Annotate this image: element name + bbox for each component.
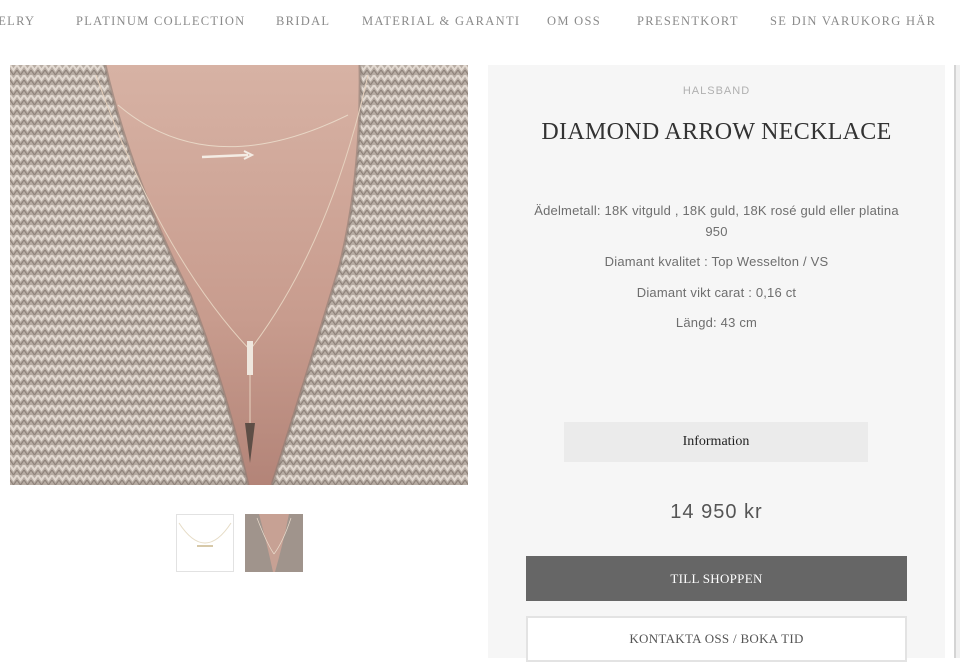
spec-length: Längd: 43 cm: [675, 315, 758, 330]
product-details-panel: HALSBAND DIAMOND ARROW NECKLACE Ädelmeta…: [488, 65, 945, 662]
nav-item-varukorg[interactable]: SE DIN VARUKORG HÄR: [770, 14, 936, 29]
contact-book-button[interactable]: KONTAKTA OSS / BOKA TID: [526, 616, 907, 662]
nav-item-jewelry[interactable]: JEWELRY: [0, 14, 35, 29]
product-category: HALSBAND: [682, 85, 751, 97]
necklace-thumbnail-icon: [178, 522, 232, 547]
nav-item-om-oss[interactable]: OM OSS: [547, 14, 601, 29]
thumbnail-necklace-product[interactable]: [176, 514, 234, 572]
worn-thumbnail-icon: [245, 514, 303, 572]
right-edge-divider: [954, 65, 960, 658]
product-title: DIAMOND ARROW NECKLACE: [541, 119, 892, 145]
spec-diamond-quality: Diamant kvalitet : Top Wesselton / VS: [604, 254, 829, 269]
top-navigation: JEWELRY PLATINUM COLLECTION BRIDAL MATER…: [0, 0, 960, 44]
spec-precious-metal: Ädelmetall: 18K vitguld , 18K guld, 18K …: [534, 203, 899, 239]
nav-item-presentkort[interactable]: PRESENTKORT: [637, 14, 739, 29]
nav-item-material-garanti[interactable]: MATERIAL & GARANTI: [362, 14, 520, 29]
product-main-image[interactable]: [10, 65, 468, 485]
necklace-photo-illustration: [10, 65, 468, 485]
nav-item-bridal[interactable]: BRIDAL: [276, 14, 330, 29]
thumbnail-necklace-worn[interactable]: [245, 514, 303, 572]
nav-item-platinum-collection[interactable]: PLATINUM COLLECTION: [76, 14, 245, 29]
information-button[interactable]: Information: [564, 422, 868, 462]
shop-button[interactable]: TILL SHOPPEN: [526, 556, 907, 601]
product-price: 14 950 kr: [670, 501, 763, 523]
spec-diamond-weight: Diamant vikt carat : 0,16 ct: [636, 285, 797, 300]
